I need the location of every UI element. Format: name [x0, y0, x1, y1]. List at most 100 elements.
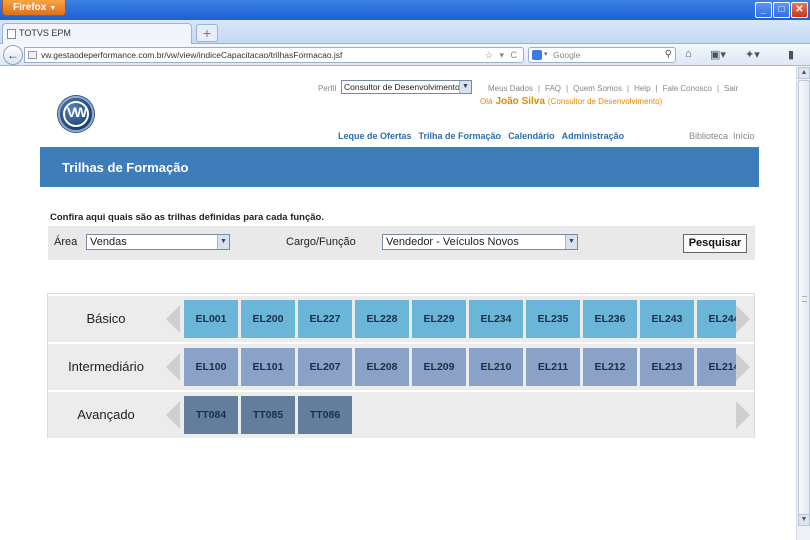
course-code-tile[interactable]: EL228 [355, 300, 409, 338]
track-row-intermediario: Intermediário EL100 EL101 EL207 EL208 EL209 E… [48, 344, 754, 390]
track-name: Intermediário [68, 359, 144, 374]
course-code-tile[interactable]: EL213 [640, 348, 694, 386]
course-code-tile[interactable]: EL212 [583, 348, 637, 386]
cargo-select[interactable]: Vendedor - Veículos Novos ▼ [382, 234, 578, 250]
course-code-tile[interactable]: EL236 [583, 300, 637, 338]
track-row-basico: Básico EL001 EL200 EL227 EL228 EL229 EL234 EL2… [48, 296, 754, 342]
addon-icon[interactable]: ✦▾ [745, 48, 760, 61]
course-code-tile[interactable]: EL207 [298, 348, 352, 386]
firefox-menu-label: Firefox [13, 2, 47, 13]
link-help[interactable]: Help [634, 84, 650, 93]
course-code-tile[interactable]: EL214 [697, 348, 736, 386]
tab-title: TOTVS EPM [19, 28, 71, 38]
perfil-label: Perfil [318, 84, 337, 93]
main-menu: Leque de Ofertas Trilha de Formação Calend… [338, 131, 631, 141]
link-meus-dados[interactable]: Meus Dados [488, 84, 533, 93]
course-code-tile[interactable]: TT085 [241, 396, 295, 434]
back-button[interactable]: ← [3, 45, 23, 65]
page-title: Trilhas de Formação [62, 160, 189, 175]
link-quem-somos[interactable]: Quem Somos [573, 84, 622, 93]
vw-logo-mark: VW [66, 104, 88, 120]
scroll-down-icon[interactable]: ▼ [798, 514, 810, 526]
menu-administracao[interactable]: Administração [562, 131, 625, 141]
search-button[interactable]: Pesquisar [683, 234, 747, 253]
track-codes: TT084 TT085 TT086 [184, 396, 736, 434]
course-code-tile[interactable]: EL209 [412, 348, 466, 386]
track-codes: EL100 EL101 EL207 EL208 EL209 EL210 EL211 EL212… [184, 348, 736, 386]
course-code-tile[interactable]: EL244 [697, 300, 736, 338]
home-icon[interactable]: ⌂ [685, 48, 692, 60]
course-code-tile[interactable]: TT086 [298, 396, 352, 434]
course-code-tile[interactable]: EL100 [184, 348, 238, 386]
toolbar-overflow-icon[interactable]: ▮ [788, 48, 794, 61]
menu-trilha-de-formacao[interactable]: Trilha de Formação [419, 131, 502, 141]
browser-tab[interactable]: TOTVS EPM [2, 23, 192, 44]
separator: | [566, 84, 569, 93]
user-greeting: Olá João Silva (Consultor de Desenvolvimen… [480, 96, 662, 107]
course-code-tile[interactable]: EL229 [412, 300, 466, 338]
link-faq[interactable]: FAQ [545, 84, 561, 93]
course-code-tile[interactable]: EL243 [640, 300, 694, 338]
course-code-tile[interactable]: EL211 [526, 348, 580, 386]
chevron-down-icon: ▼ [49, 5, 57, 12]
intro-text: Confira aqui quais são as trilhas defini… [50, 212, 324, 223]
menu-leque-de-ofertas[interactable]: Leque de Ofertas [338, 131, 412, 141]
course-code-tile[interactable]: TT084 [184, 396, 238, 434]
filter-bar: Área Vendas ▼ Cargo/Função Vendedor - Ve… [48, 226, 755, 260]
minimize-button[interactable]: _ [755, 2, 772, 18]
course-code-tile[interactable]: EL227 [298, 300, 352, 338]
track-row-avancado: Avançado TT084 TT085 TT086 [48, 392, 754, 438]
greeting-prefix: Olá [480, 97, 493, 106]
scroll-right-arrow-icon[interactable] [736, 353, 750, 381]
menu-biblioteca[interactable]: Biblioteca [689, 131, 728, 141]
course-code-tile[interactable]: EL001 [184, 300, 238, 338]
new-tab-button[interactable]: + [196, 24, 218, 42]
grip-icon [802, 296, 807, 302]
magnifier-icon[interactable]: ⚲ [665, 48, 672, 62]
link-fale-conosco[interactable]: Fale Conosco [663, 84, 712, 93]
scroll-left-arrow-icon[interactable] [166, 305, 180, 333]
course-code-tile[interactable]: EL234 [469, 300, 523, 338]
page-scrollbar[interactable]: ▲ ▼ [796, 66, 810, 540]
scroll-left-arrow-icon[interactable] [166, 401, 180, 429]
url-text: vw.gestaodeperformance.com.br/vw/view/in… [41, 50, 343, 60]
separator: | [716, 84, 720, 93]
course-code-tile[interactable]: EL210 [469, 348, 523, 386]
search-placeholder: Google [553, 50, 581, 60]
vw-logo[interactable]: VW [58, 96, 94, 132]
tracks-panel: Básico EL001 EL200 EL227 EL228 EL229 EL234 EL2… [47, 293, 755, 438]
course-code-tile[interactable]: EL235 [526, 300, 580, 338]
address-bar[interactable]: vw.gestaodeperformance.com.br/vw/view/in… [24, 47, 524, 63]
cargo-label: Cargo/Função [286, 236, 356, 248]
course-code-tile[interactable]: EL101 [241, 348, 295, 386]
bookmarks-icon[interactable]: ▣▾ [710, 48, 726, 61]
maximize-button[interactable]: □ [773, 2, 790, 18]
course-code-tile[interactable]: EL200 [241, 300, 295, 338]
page-favicon-icon [7, 29, 16, 39]
firefox-menu-button[interactable]: Firefox ▼ [2, 0, 66, 16]
menu-calendario[interactable]: Calendário [508, 131, 555, 141]
separator: | [627, 84, 630, 93]
search-bar[interactable]: ▾ Google ⚲ [528, 47, 676, 63]
close-window-button[interactable]: ✕ [791, 2, 808, 18]
scroll-up-icon[interactable]: ▲ [798, 67, 810, 79]
menu-inicio[interactable]: Início [733, 131, 755, 141]
scroll-right-arrow-icon[interactable] [736, 305, 750, 333]
course-code-tile[interactable]: EL208 [355, 348, 409, 386]
chevron-down-icon: ▼ [217, 235, 229, 249]
user-role: (Consultor de Desenvolvimento) [547, 97, 663, 106]
reload-icon[interactable]: ☆ ▾ C [485, 48, 519, 62]
scroll-left-arrow-icon[interactable] [166, 353, 180, 381]
cargo-value: Vendedor - Veículos Novos [386, 236, 519, 248]
perfil-select[interactable]: Consultor de Desenvolvimento ▼ [341, 80, 472, 94]
site-identity-icon [28, 51, 37, 59]
track-name: Básico [86, 311, 126, 326]
tab-strip: TOTVS EPM + [0, 20, 810, 44]
google-engine-icon[interactable] [532, 50, 542, 60]
scroll-right-arrow-icon[interactable] [736, 401, 750, 429]
link-sair[interactable]: Sair [724, 84, 738, 93]
scroll-thumb[interactable] [798, 80, 810, 524]
perfil-value: Consultor de Desenvolvimento [344, 82, 460, 92]
area-select[interactable]: Vendas ▼ [86, 234, 230, 250]
engine-dropdown-icon[interactable]: ▾ [544, 48, 548, 62]
